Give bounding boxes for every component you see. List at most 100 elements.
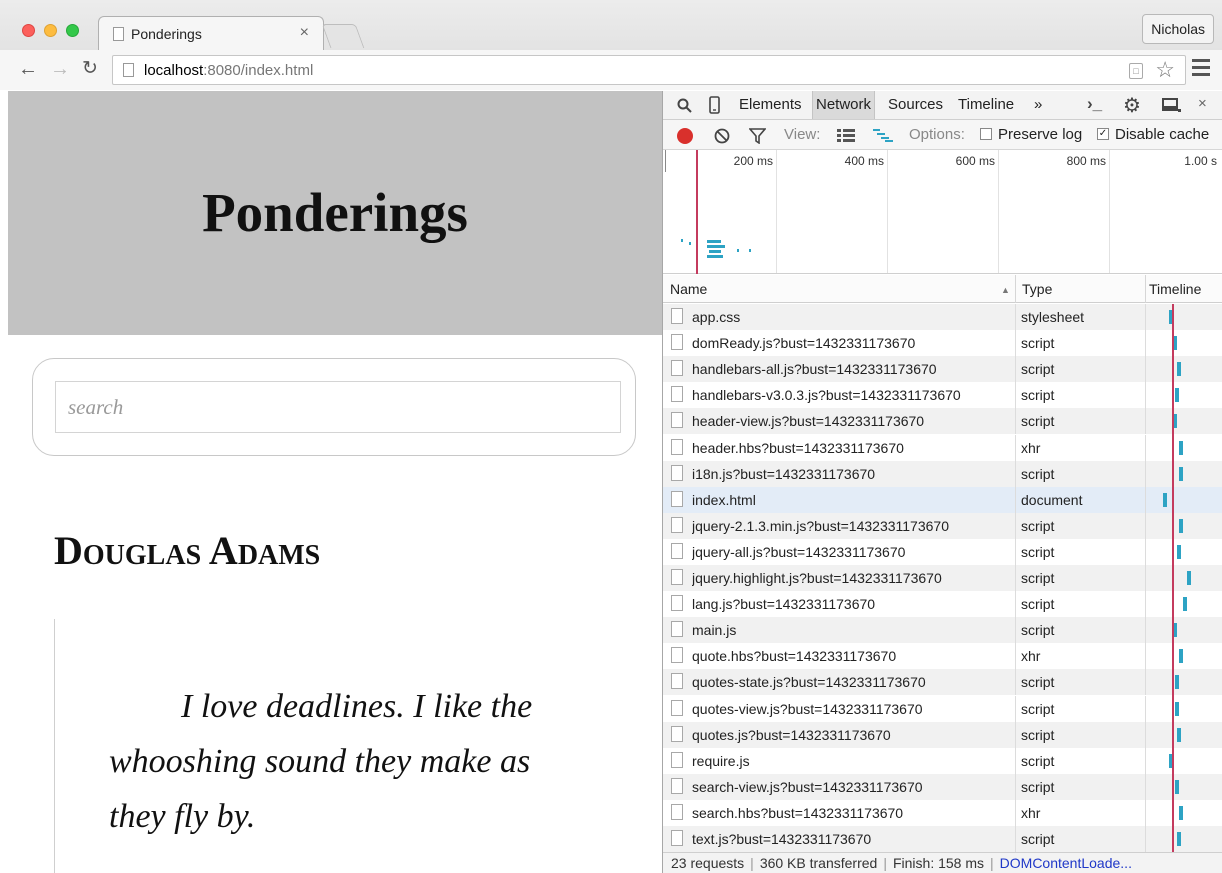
tab-elements[interactable]: Elements <box>736 91 805 119</box>
address-bar[interactable]: localhost:8080/index.html □ ☆ <box>112 55 1186 85</box>
list-view-icon[interactable] <box>837 129 855 142</box>
cell-divider <box>1015 721 1016 748</box>
gear-icon[interactable]: ⚙ <box>1123 93 1141 118</box>
preserve-log-label[interactable]: Preserve log <box>998 126 1082 143</box>
search-input[interactable] <box>55 381 621 433</box>
browser-tab[interactable]: Ponderings × <box>98 16 324 50</box>
network-overview[interactable]: 200 ms 400 ms 600 ms 800 ms 1.00 s <box>663 150 1222 274</box>
table-row[interactable]: quotes-state.js?bust=1432331173670 script <box>663 669 1222 696</box>
record-icon[interactable] <box>677 128 693 144</box>
minimize-window-button[interactable] <box>44 24 57 37</box>
table-row[interactable]: header-view.js?bust=1432331173670 script <box>663 408 1222 435</box>
author-name: Douglas Adams <box>54 528 321 573</box>
tab-sources[interactable]: Sources <box>885 91 946 119</box>
cell-divider <box>1145 408 1146 435</box>
column-type-header[interactable]: Type <box>1022 281 1052 297</box>
tab-title: Ponderings <box>131 26 202 42</box>
table-row[interactable]: domReady.js?bust=1432331173670 script <box>663 330 1222 357</box>
menu-icon[interactable] <box>1192 59 1210 80</box>
table-row[interactable]: quote.hbs?bust=1432331173670 xhr <box>663 643 1222 670</box>
filter-icon[interactable] <box>749 128 766 144</box>
devtools-panel: Elements Network Sources Timeline » ›_ ⚙… <box>662 91 1222 873</box>
new-tab-button[interactable] <box>321 24 365 48</box>
console-drawer-icon[interactable]: ›_ <box>1087 94 1102 114</box>
overview-tick: 200 ms <box>733 154 773 168</box>
table-row[interactable]: i18n.js?bust=1432331173670 script <box>663 460 1222 487</box>
cell-divider <box>1145 747 1146 774</box>
table-row[interactable]: search-view.js?bust=1432331173670 script <box>663 773 1222 800</box>
disable-cache-label[interactable]: Disable cache <box>1115 126 1209 143</box>
cell-divider <box>1015 460 1016 487</box>
transferred-size: 360 KB transferred <box>759 855 878 871</box>
cell-divider <box>1015 486 1016 513</box>
close-window-button[interactable] <box>22 24 35 37</box>
request-name: search-view.js?bust=1432331173670 <box>692 778 923 795</box>
more-tabs-icon[interactable]: » <box>1031 91 1045 119</box>
request-name: quotes.js?bust=1432331173670 <box>692 726 891 743</box>
column-name-header[interactable]: Name <box>670 281 707 297</box>
forward-arrow-icon[interactable]: → <box>50 58 70 80</box>
quote-text: I love deadlines. I like the whooshing s… <box>109 688 533 835</box>
options-label: Options: <box>909 126 965 143</box>
table-row[interactable]: text.js?bust=1432331173670 script <box>663 826 1222 852</box>
overview-gridline <box>998 150 999 273</box>
table-row[interactable]: lang.js?bust=1432331173670 script <box>663 591 1222 618</box>
request-type: xhr <box>1021 648 1041 665</box>
tab-network[interactable]: Network <box>812 91 876 119</box>
table-row[interactable]: handlebars-v3.0.3.js?bust=1432331173670 s… <box>663 382 1222 409</box>
column-separator[interactable] <box>1145 275 1146 303</box>
column-timeline-header[interactable]: Timeline <box>1149 281 1219 297</box>
page-action-icon[interactable]: □ <box>1129 63 1143 79</box>
table-row[interactable]: main.js script <box>663 617 1222 644</box>
file-icon <box>671 490 683 507</box>
back-arrow-icon[interactable]: ← <box>18 58 38 80</box>
timeline-bar <box>1177 544 1181 559</box>
overview-request-bar <box>681 239 683 242</box>
table-row[interactable]: quotes-view.js?bust=1432331173670 script <box>663 695 1222 722</box>
column-separator[interactable] <box>1015 275 1016 303</box>
table-row[interactable]: search.hbs?bust=1432331173670 xhr <box>663 799 1222 826</box>
file-icon <box>671 777 683 794</box>
waterfall-view-icon[interactable] <box>873 129 893 142</box>
cell-divider <box>1145 695 1146 722</box>
request-type: script <box>1021 543 1055 560</box>
cell-divider <box>1015 538 1016 565</box>
table-row[interactable]: app.css stylesheet <box>663 304 1222 330</box>
table-row[interactable]: handlebars-all.js?bust=1432331173670 scri… <box>663 356 1222 383</box>
clear-icon[interactable] <box>714 128 730 144</box>
zoom-window-button[interactable] <box>66 24 79 37</box>
cell-divider <box>1145 591 1146 618</box>
reload-icon[interactable]: ↻ <box>82 58 98 80</box>
preserve-log-checkbox[interactable] <box>980 128 992 140</box>
dock-side-icon[interactable] <box>1162 98 1181 113</box>
table-row[interactable]: quotes.js?bust=1432331173670 script <box>663 721 1222 748</box>
device-mode-icon[interactable] <box>709 96 720 114</box>
file-icon <box>671 516 683 533</box>
file-icon <box>671 621 683 638</box>
table-row[interactable]: jquery-all.js?bust=1432331173670 script <box>663 538 1222 565</box>
close-icon[interactable]: × <box>300 24 309 42</box>
table-row[interactable]: header.hbs?bust=1432331173670 xhr <box>663 434 1222 461</box>
profile-button[interactable]: Nicholas <box>1142 14 1214 44</box>
star-icon[interactable]: ☆ <box>1155 57 1175 83</box>
overview-selection-handle[interactable] <box>665 150 666 172</box>
request-name: header.hbs?bust=1432331173670 <box>692 439 904 456</box>
tab-timeline[interactable]: Timeline <box>955 91 1017 119</box>
request-type: script <box>1021 465 1055 482</box>
file-icon <box>671 830 683 846</box>
table-row[interactable]: index.html document <box>663 486 1222 513</box>
overview-tick: 800 ms <box>1066 154 1106 168</box>
url-text[interactable]: localhost:8080/index.html <box>144 62 313 79</box>
search-icon[interactable] <box>677 98 692 113</box>
table-row[interactable]: require.js script <box>663 747 1222 774</box>
timeline-bar <box>1163 492 1167 507</box>
table-row[interactable]: jquery.highlight.js?bust=1432331173670 sc… <box>663 565 1222 591</box>
close-icon[interactable]: × <box>1198 95 1207 112</box>
overview-request-bar <box>749 249 751 252</box>
request-name: text.js?bust=1432331173670 <box>692 831 872 847</box>
page-icon <box>113 27 124 41</box>
view-label: View: <box>784 126 821 143</box>
disable-cache-checkbox[interactable]: ✓ <box>1097 128 1109 140</box>
table-row[interactable]: jquery-2.1.3.min.js?bust=1432331173670 sc… <box>663 512 1222 539</box>
request-name: main.js <box>692 622 737 639</box>
